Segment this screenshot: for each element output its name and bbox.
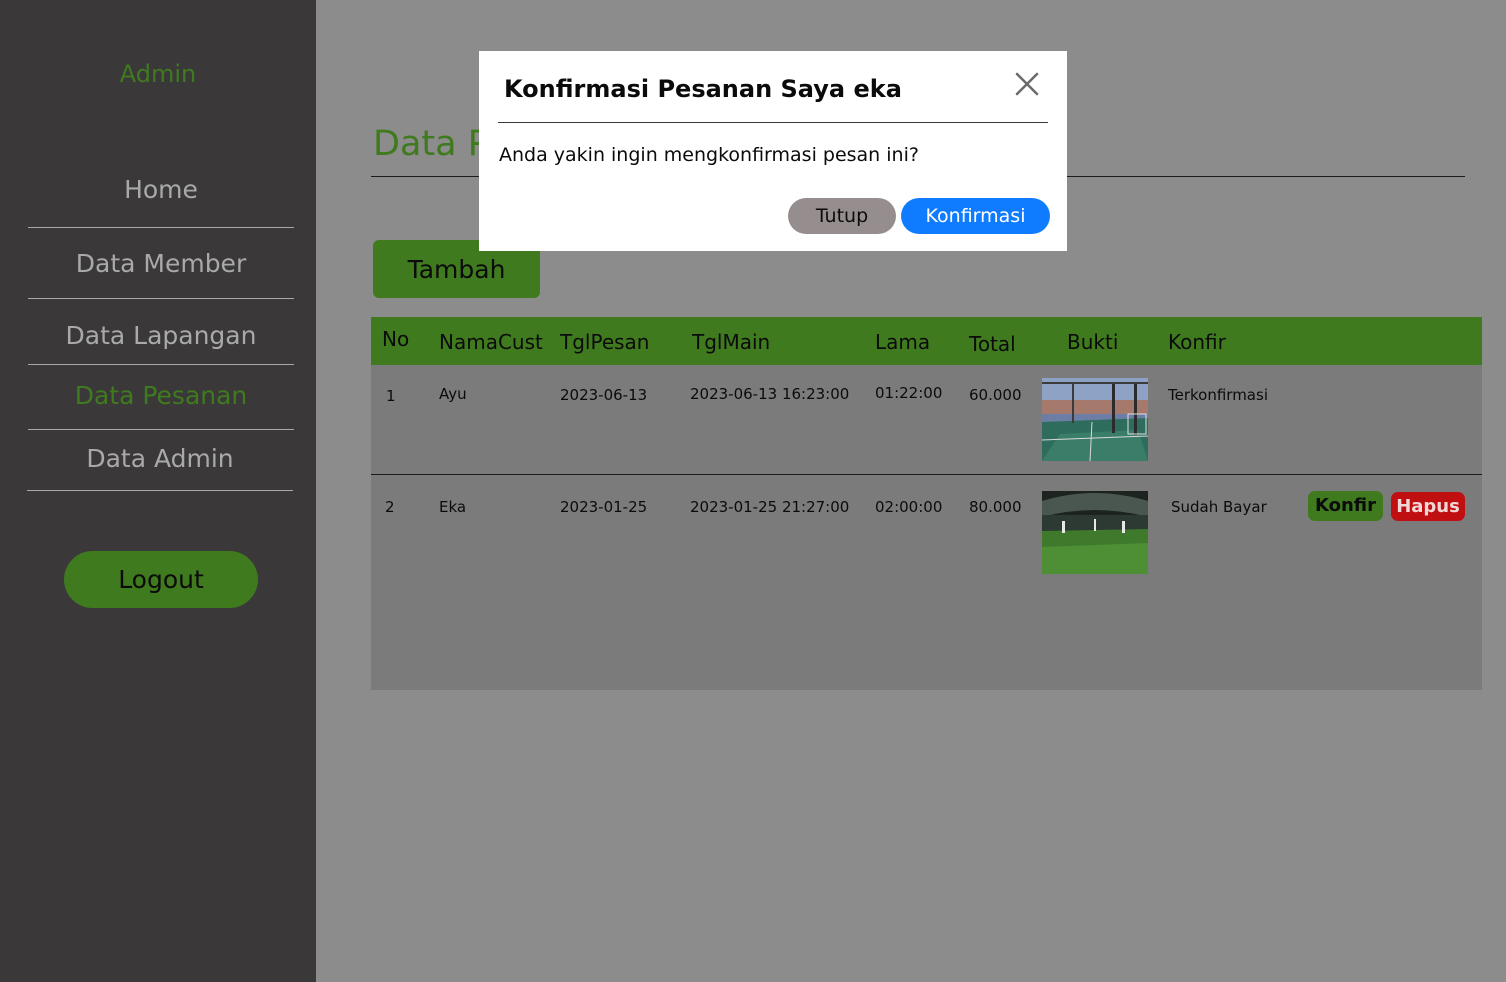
sidebar-item-label: Data Pesanan xyxy=(74,381,248,410)
sidebar: Admin Home Data Member Data Lapangan Dat… xyxy=(0,0,316,982)
header-tglpesan: TglPesan xyxy=(560,330,650,354)
modal-title: Konfirmasi Pesanan Saya eka xyxy=(504,75,902,103)
sidebar-item-data-lapangan[interactable]: Data Lapangan xyxy=(28,321,294,365)
konfir-button[interactable]: Konfir xyxy=(1308,491,1383,521)
sidebar-item-label: Data Member xyxy=(75,249,247,278)
futsal-court-photo-icon[interactable] xyxy=(1042,378,1148,461)
sidebar-item-label: Home xyxy=(124,175,198,204)
cell-tgl-main: 2023-06-13 16:23:00 xyxy=(690,385,850,403)
cell-status: Terkonfirmasi xyxy=(1168,386,1268,404)
cell-tgl-pesan: 2023-01-25 xyxy=(560,498,648,516)
orders-table: No NamaCust TglPesan TglMain Lama Total … xyxy=(371,317,1482,690)
confirm-modal: Konfirmasi Pesanan Saya eka Anda yakin i… xyxy=(479,51,1067,251)
sidebar-item-data-admin[interactable]: Data Admin xyxy=(27,444,293,491)
cell-total: 80.000 xyxy=(969,498,1022,516)
cell-nama: Eka xyxy=(439,498,467,516)
cell-lama: 01:22:00 xyxy=(875,384,943,402)
header-lama: Lama xyxy=(875,330,931,354)
cell-no: 2 xyxy=(385,498,395,516)
cell-tgl-main: 2023-01-25 21:27:00 xyxy=(690,498,850,516)
sidebar-item-home[interactable]: Home xyxy=(28,175,294,228)
tutup-button[interactable]: Tutup xyxy=(788,198,896,234)
table-row: 1 Ayu 2023-06-13 2023-06-13 16:23:00 01:… xyxy=(371,365,1482,475)
modal-message: Anda yakin ingin mengkonfirmasi pesan in… xyxy=(499,144,919,166)
indoor-field-photo-icon[interactable] xyxy=(1042,491,1148,574)
sidebar-brand: Admin xyxy=(119,60,197,88)
sidebar-item-data-pesanan[interactable]: Data Pesanan xyxy=(28,381,294,430)
logout-button[interactable]: Logout xyxy=(64,551,258,608)
header-total: Total xyxy=(969,332,1016,356)
cell-tgl-pesan: 2023-06-13 xyxy=(560,386,648,404)
sidebar-item-label: Data Lapangan xyxy=(65,321,257,350)
cell-nama: Ayu xyxy=(439,385,467,403)
header-konfir: Konfir xyxy=(1168,330,1226,354)
cell-total: 60.000 xyxy=(969,386,1022,404)
header-bukti: Bukti xyxy=(1067,330,1119,354)
header-no: No xyxy=(382,327,410,351)
sidebar-item-label: Data Admin xyxy=(86,444,234,473)
hapus-button[interactable]: Hapus xyxy=(1391,492,1465,521)
table-header: No NamaCust TglPesan TglMain Lama Total … xyxy=(371,317,1482,365)
header-namacust: NamaCust xyxy=(439,330,543,354)
modal-divider xyxy=(498,122,1048,123)
table-row: 2 Eka 2023-01-25 2023-01-25 21:27:00 02:… xyxy=(371,476,1482,586)
sidebar-item-data-member[interactable]: Data Member xyxy=(28,249,294,299)
konfirmasi-button[interactable]: Konfirmasi xyxy=(901,198,1050,234)
cell-status: Sudah Bayar xyxy=(1171,498,1267,516)
cell-lama: 02:00:00 xyxy=(875,498,943,516)
header-tglmain: TglMain xyxy=(692,330,771,354)
cell-no: 1 xyxy=(386,387,396,405)
close-icon[interactable] xyxy=(1014,71,1040,97)
